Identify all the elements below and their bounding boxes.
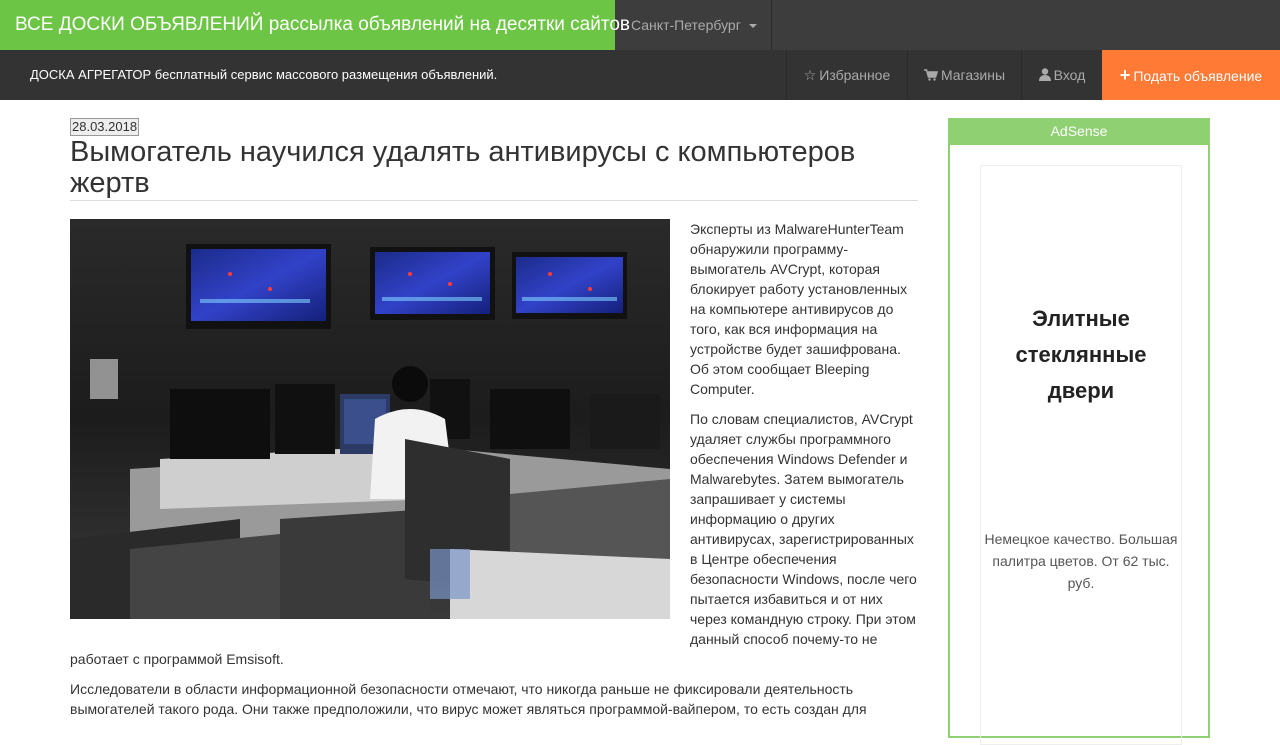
favorites-label: Избранное (819, 67, 891, 83)
ad-text: Немецкое качество. Большая палитра цвето… (984, 531, 1178, 591)
cart-icon (923, 50, 939, 100)
article-paragraph-2: По словам специалистов, AVCrypt удаляет … (690, 411, 917, 647)
article-title: Вымогатель научился удалять антивирусы с… (70, 137, 918, 201)
post-ad-button[interactable]: + Подать объявление (1102, 50, 1280, 100)
city-label: Санкт-Петербург (631, 17, 741, 33)
article: 28.03.2018 Вымогатель научился удалять а… (70, 118, 918, 717)
login-link[interactable]: Вход (1021, 50, 1102, 100)
nav-bar: ДОСКА АГРЕГАТОР бесплатный сервис массов… (0, 50, 1280, 100)
shops-link[interactable]: Магазины (907, 50, 1021, 100)
login-label: Вход (1053, 67, 1086, 83)
article-paragraph-3: Исследователи в области информационной б… (70, 681, 867, 717)
post-ad-label: Подать объявление (1133, 68, 1263, 84)
ad-title[interactable]: Элитные стеклянные двери (981, 301, 1181, 409)
article-side-text: Эксперты из MalwareHunterTeam обнаружили… (690, 219, 920, 659)
top-bar: ВСЕ ДОСКИ ОБЪЯВЛЕНИЙ рассылка объявлений… (0, 0, 1280, 50)
ad-header: AdSense (950, 118, 1208, 145)
article-date: 28.03.2018 (70, 118, 140, 136)
article-paragraph-2-end: работает с программой Emsisoft. (70, 651, 284, 667)
site-brand-link[interactable]: ВСЕ ДОСКИ ОБЪЯВЛЕНИЙ рассылка объявлений… (0, 0, 630, 50)
plus-icon: + (1119, 65, 1131, 85)
sidebar-ad: AdSense Элитные стеклянные двери Немецко… (948, 118, 1210, 745)
caret-down-icon (748, 24, 757, 29)
city-dropdown[interactable]: Санкт-Петербург (615, 0, 772, 50)
favorites-link[interactable]: ☆ Избранное (786, 50, 907, 100)
site-tagline: ДОСКА АГРЕГАТОР бесплатный сервис массов… (30, 67, 498, 82)
shops-label: Магазины (940, 67, 1006, 83)
star-icon: ☆ (803, 67, 817, 83)
user-icon (1038, 50, 1051, 100)
ad-banner[interactable]: Элитные стеклянные двери Немецкое качест… (980, 165, 1182, 745)
article-paragraph-1: Эксперты из MalwareHunterTeam обнаружили… (690, 221, 908, 397)
article-photo (70, 219, 670, 619)
